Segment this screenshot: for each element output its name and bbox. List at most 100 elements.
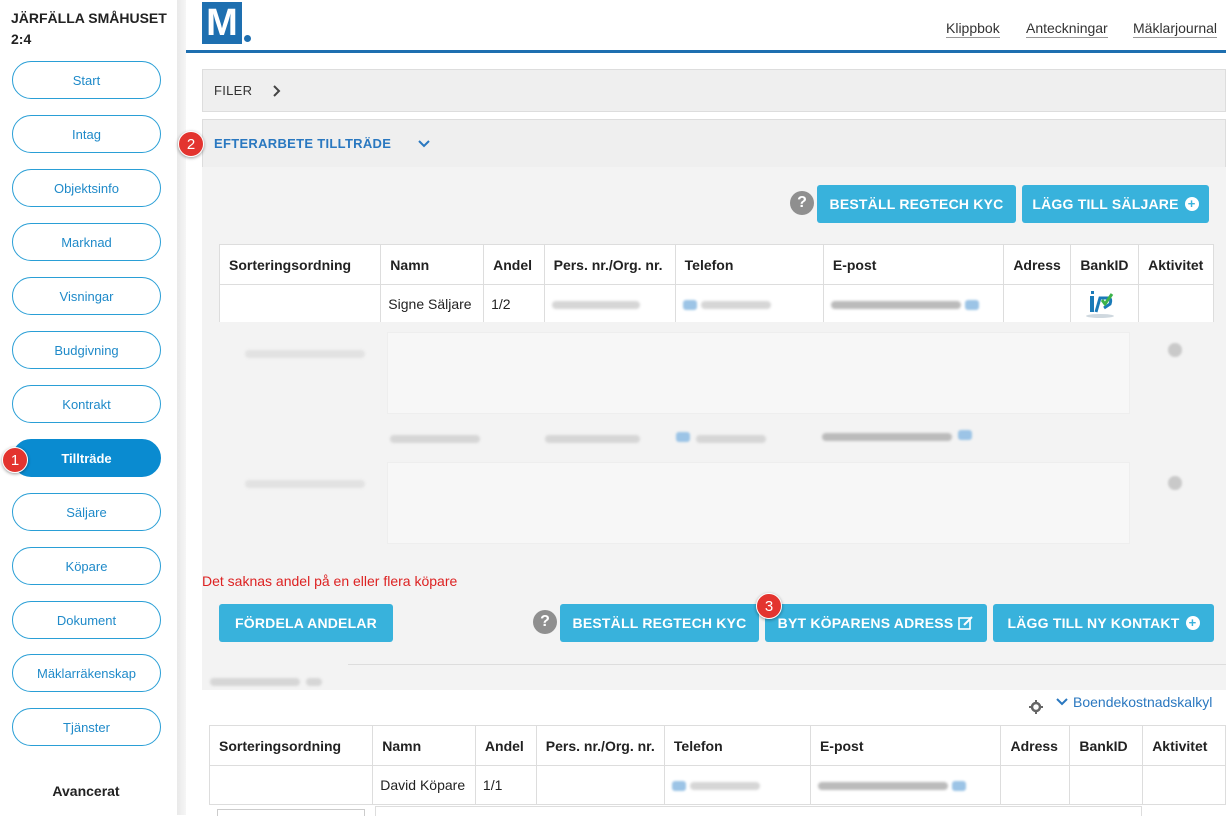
nav-tjanster[interactable]: Tjänster xyxy=(12,708,161,746)
gear-icon[interactable] xyxy=(1029,700,1043,714)
buyers-table-header: Sorteringsordning Namn Andel Pers. nr./O… xyxy=(208,725,1226,766)
cell-address xyxy=(1000,765,1071,805)
remove-icon[interactable] xyxy=(1168,476,1182,490)
table-row[interactable]: David Köpare 1/1 xyxy=(208,765,1226,805)
chevron-down-icon xyxy=(1056,698,1068,706)
col-activity[interactable]: Aktivitet xyxy=(1142,725,1226,766)
nav-kontrakt[interactable]: Kontrakt xyxy=(12,385,161,423)
envelope-icon xyxy=(958,430,972,440)
marker-1: 1 xyxy=(2,447,28,473)
cell-address xyxy=(1003,284,1072,324)
col-phone[interactable]: Telefon xyxy=(663,725,811,766)
nav-start[interactable]: Start xyxy=(12,61,161,99)
marker-2: 2 xyxy=(178,131,204,157)
change-buyer-address-button[interactable]: BYT KÖPARENS ADRESS xyxy=(765,604,987,642)
envelope-icon xyxy=(964,300,979,311)
header-divider xyxy=(186,50,1226,53)
phone-icon xyxy=(682,300,697,311)
col-name[interactable]: Namn xyxy=(380,244,485,285)
order-kyc-buyers-button[interactable]: BESTÄLL REGTECH KYC xyxy=(560,604,759,642)
chevron-down-icon xyxy=(418,139,430,147)
remove-icon[interactable] xyxy=(1168,343,1182,357)
cell-sort-order xyxy=(218,284,382,324)
bankid-verified-icon xyxy=(1086,290,1115,318)
nav-tilltrade[interactable]: Tillträde xyxy=(12,439,161,477)
nav-budgivning[interactable]: Budgivning xyxy=(12,331,161,369)
email-redacted xyxy=(822,433,952,441)
col-phone[interactable]: Telefon xyxy=(674,244,824,285)
add-seller-button[interactable]: LÄGG TILL SÄLJARE + xyxy=(1022,185,1209,223)
nav-objektsinfo[interactable]: Objektsinfo xyxy=(12,169,161,207)
phone-icon xyxy=(676,432,690,442)
col-bankid[interactable]: BankID xyxy=(1069,725,1144,766)
logo-dot xyxy=(244,35,251,42)
chevron-right-icon xyxy=(273,84,281,97)
cell-name: Signe Säljare xyxy=(380,284,485,324)
col-email[interactable]: E-post xyxy=(822,244,1005,285)
col-sort-order[interactable]: Sorteringsordning xyxy=(208,725,374,766)
redacted-text xyxy=(210,678,300,686)
cell-activity xyxy=(1142,765,1226,805)
col-name[interactable]: Namn xyxy=(372,725,476,766)
sort-select-redacted[interactable] xyxy=(245,480,365,488)
sort-select-redacted[interactable] xyxy=(245,350,365,358)
question-icon[interactable]: ? xyxy=(790,191,814,215)
col-sort-order[interactable]: Sorteringsordning xyxy=(218,244,382,285)
cell-phone-redacted[interactable] xyxy=(674,284,824,324)
property-title: JÄRFÄLLA SMÅHUSET 2:4 xyxy=(11,10,167,47)
nav-kopare[interactable]: Köpare xyxy=(12,547,161,585)
sidebar: JÄRFÄLLA SMÅHUSET 2:4 Start Intag Objekt… xyxy=(0,0,177,815)
col-activity[interactable]: Aktivitet xyxy=(1138,244,1214,285)
cell-name: David Köpare xyxy=(372,765,476,805)
phone-redacted xyxy=(696,435,766,443)
link-anteckningar[interactable]: Anteckningar xyxy=(1026,20,1108,38)
section-files[interactable]: FILER xyxy=(202,69,1226,112)
housing-cost-toggle[interactable]: Boendekostnadskalkyl xyxy=(1055,694,1226,710)
col-address[interactable]: Adress xyxy=(1003,244,1072,285)
nav-dokument[interactable]: Dokument xyxy=(12,601,161,639)
col-ssn[interactable]: Pers. nr./Org. nr. xyxy=(535,725,665,766)
nav-visningar[interactable]: Visningar xyxy=(12,277,161,315)
distribute-shares-button[interactable]: FÖRDELA ANDELAR xyxy=(219,604,393,642)
nav-saljare[interactable]: Säljare xyxy=(12,493,161,531)
plus-circle-icon: + xyxy=(1185,616,1200,630)
section-after-work-label: EFTERARBETE TILLTRÄDE xyxy=(214,136,392,151)
cell-bankid xyxy=(1069,765,1144,805)
nav-intag[interactable]: Intag xyxy=(12,115,161,153)
housing-cost-label: Boendekostnadskalkyl xyxy=(1073,694,1213,710)
plus-circle-icon: + xyxy=(1184,197,1199,211)
buyers-table: Sorteringsordning Namn Andel Pers. nr./O… xyxy=(208,725,1226,805)
logo[interactable]: M xyxy=(202,2,242,44)
nav-maklarrakenskap[interactable]: Mäklarräkenskap xyxy=(12,654,161,692)
col-email[interactable]: E-post xyxy=(809,725,1002,766)
link-maklarjournal[interactable]: Mäklarjournal xyxy=(1133,20,1218,38)
advanced-label[interactable]: Avancerat xyxy=(0,783,172,799)
cell-phone-redacted[interactable] xyxy=(663,765,811,805)
phone-icon xyxy=(671,781,686,792)
table-row[interactable]: Signe Säljare 1/2 xyxy=(218,284,1214,324)
col-ssn[interactable]: Pers. nr./Org. nr. xyxy=(543,244,676,285)
comment-field-redacted[interactable] xyxy=(387,332,1130,414)
order-kyc-sellers-button[interactable]: BESTÄLL REGTECH KYC xyxy=(817,185,1016,223)
ssn-redacted xyxy=(545,435,640,443)
cell-email-redacted[interactable] xyxy=(809,765,1002,805)
col-address[interactable]: Adress xyxy=(1000,725,1071,766)
add-new-contact-button[interactable]: LÄGG TILL NY KONTAKT + xyxy=(993,604,1214,642)
change-address-label: BYT KÖPARENS ADRESS xyxy=(777,615,954,631)
sidebar-divider xyxy=(177,0,186,815)
question-icon[interactable]: ? xyxy=(533,610,557,634)
col-bankid[interactable]: BankID xyxy=(1070,244,1140,285)
cell-email-redacted[interactable] xyxy=(822,284,1005,324)
nav-marknad[interactable]: Marknad xyxy=(12,223,161,261)
share-warning: Det saknas andel på en eller flera köpar… xyxy=(202,573,458,589)
col-share[interactable]: Andel xyxy=(483,244,545,285)
cell-activity xyxy=(1138,284,1214,324)
col-share[interactable]: Andel xyxy=(474,725,537,766)
cell-ssn xyxy=(535,765,665,805)
link-klippbok[interactable]: Klippbok xyxy=(946,20,1000,38)
comment-field-redacted[interactable] xyxy=(387,462,1130,544)
cell-share: 1/1 xyxy=(474,765,537,805)
section-after-work[interactable]: EFTERARBETE TILLTRÄDE xyxy=(202,119,1226,168)
envelope-icon xyxy=(951,781,966,792)
add-seller-label: LÄGG TILL SÄLJARE xyxy=(1032,196,1179,212)
